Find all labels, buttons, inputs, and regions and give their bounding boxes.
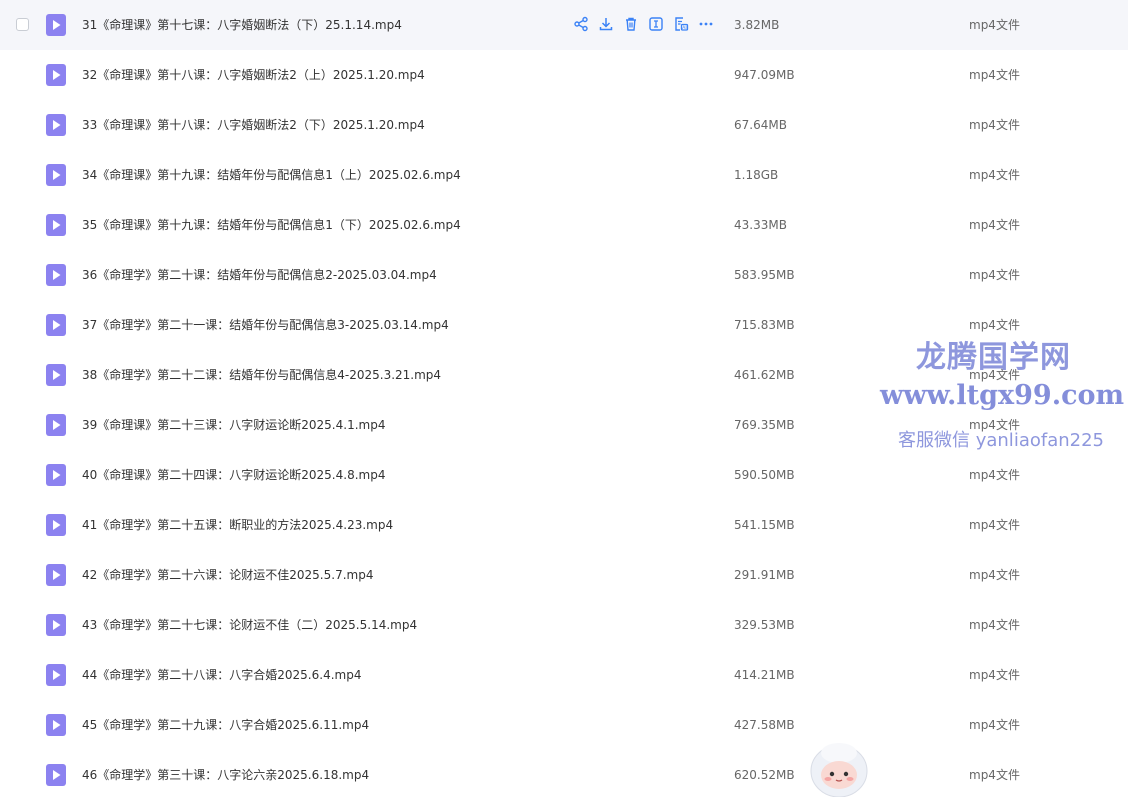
file-name[interactable]: 45《命理学》第二十九课：八字合婚2025.6.11.mp4 — [82, 717, 369, 733]
file-row[interactable]: 44《命理学》第二十八课：八字合婚2025.6.4.mp4 414.21MB mp4… — [0, 650, 1128, 700]
video-file-icon — [46, 464, 66, 486]
video-file-icon — [46, 364, 66, 386]
more-icon[interactable] — [698, 16, 714, 32]
file-name[interactable]: 39《命理课》第二十三课：八字财运论断2025.4.1.mp4 — [82, 417, 385, 433]
file-size: 590.50MB — [734, 468, 795, 482]
rename-icon[interactable] — [648, 16, 664, 32]
file-name[interactable]: 36《命理学》第二十课：结婚年份与配偶信息2-2025.03.04.mp4 — [82, 267, 437, 283]
file-name[interactable]: 40《命理课》第二十四课：八字财运论断2025.4.8.mp4 — [82, 467, 385, 483]
file-row[interactable]: 43《命理学》第二十七课：论财运不佳（二）2025.5.14.mp4 329.53… — [0, 600, 1128, 650]
file-type: mp4文件 — [969, 268, 1020, 282]
file-type: mp4文件 — [969, 768, 1020, 782]
file-size: 947.09MB — [734, 68, 795, 82]
file-size: 461.62MB — [734, 368, 795, 382]
subtitle-icon[interactable]: AI — [673, 16, 689, 32]
file-row[interactable]: 33《命理课》第十八课：八字婚姻断法2（下）2025.1.20.mp4 67.64… — [0, 100, 1128, 150]
video-file-icon — [46, 414, 66, 436]
file-name[interactable]: 46《命理学》第三十课：八字论六亲2025.6.18.mp4 — [82, 767, 369, 783]
file-type: mp4文件 — [969, 368, 1020, 382]
file-type: mp4文件 — [969, 68, 1020, 82]
file-type: mp4文件 — [969, 468, 1020, 482]
share-icon[interactable] — [573, 16, 589, 32]
file-size: 1.18GB — [734, 168, 779, 182]
download-icon[interactable] — [598, 16, 614, 32]
file-row[interactable]: 46《命理学》第三十课：八字论六亲2025.6.18.mp4 620.52MB mp… — [0, 750, 1128, 800]
file-size: 414.21MB — [734, 668, 795, 682]
row-actions: AI — [573, 16, 714, 34]
video-file-icon — [46, 514, 66, 536]
file-name[interactable]: 31《命理课》第十七课：八字婚姻断法（下）25.1.14.mp4 — [82, 17, 402, 33]
delete-icon[interactable] — [623, 16, 639, 32]
video-file-icon — [46, 764, 66, 786]
file-name[interactable]: 33《命理课》第十八课：八字婚姻断法2（下）2025.1.20.mp4 — [82, 117, 425, 133]
file-size: 715.83MB — [734, 318, 795, 332]
file-row[interactable]: 38《命理学》第二十二课：结婚年份与配偶信息4-2025.3.21.mp4 461… — [0, 350, 1128, 400]
file-size: 583.95MB — [734, 268, 795, 282]
file-row[interactable]: 32《命理课》第十八课：八字婚姻断法2（上）2025.1.20.mp4 947.0… — [0, 50, 1128, 100]
file-name[interactable]: 42《命理学》第二十六课：论财运不佳2025.5.7.mp4 — [82, 567, 373, 583]
video-file-icon — [46, 214, 66, 236]
file-row[interactable]: 31《命理课》第十七课：八字婚姻断法（下）25.1.14.mp4 AI 3.82MB… — [0, 0, 1128, 50]
file-row[interactable]: 35《命理课》第十九课：结婚年份与配偶信息1（下）2025.02.6.mp4 43… — [0, 200, 1128, 250]
video-file-icon — [46, 714, 66, 736]
file-row[interactable]: 45《命理学》第二十九课：八字合婚2025.6.11.mp4 427.58MB mp… — [0, 700, 1128, 750]
file-name[interactable]: 37《命理学》第二十一课：结婚年份与配偶信息3-2025.03.14.mp4 — [82, 317, 449, 333]
file-type: mp4文件 — [969, 218, 1020, 232]
file-row[interactable]: 39《命理课》第二十三课：八字财运论断2025.4.1.mp4 769.35MB m… — [0, 400, 1128, 450]
file-size: 43.33MB — [734, 218, 787, 232]
file-type: mp4文件 — [969, 318, 1020, 332]
file-type: mp4文件 — [969, 718, 1020, 732]
file-name[interactable]: 38《命理学》第二十二课：结婚年份与配偶信息4-2025.3.21.mp4 — [82, 367, 441, 383]
file-name[interactable]: 44《命理学》第二十八课：八字合婚2025.6.4.mp4 — [82, 667, 361, 683]
file-size: 67.64MB — [734, 118, 787, 132]
file-list: 31《命理课》第十七课：八字婚姻断法（下）25.1.14.mp4 AI 3.82MB… — [0, 0, 1128, 797]
file-size: 769.35MB — [734, 418, 795, 432]
video-file-icon — [46, 114, 66, 136]
file-type: mp4文件 — [969, 568, 1020, 582]
video-file-icon — [46, 264, 66, 286]
file-type: mp4文件 — [969, 418, 1020, 432]
assistant-mascot-icon[interactable] — [806, 737, 872, 798]
video-file-icon — [46, 664, 66, 686]
file-row[interactable]: 41《命理学》第二十五课：断职业的方法2025.4.23.mp4 541.15MB… — [0, 500, 1128, 550]
file-type: mp4文件 — [969, 668, 1020, 682]
video-file-icon — [46, 14, 66, 36]
video-file-icon — [46, 164, 66, 186]
file-name[interactable]: 34《命理课》第十九课：结婚年份与配偶信息1（上）2025.02.6.mp4 — [82, 167, 461, 183]
video-file-icon — [46, 64, 66, 86]
file-size: 291.91MB — [734, 568, 795, 582]
file-type: mp4文件 — [969, 618, 1020, 632]
file-size: 3.82MB — [734, 18, 780, 32]
file-size: 427.58MB — [734, 718, 795, 732]
file-row[interactable]: 40《命理课》第二十四课：八字财运论断2025.4.8.mp4 590.50MB m… — [0, 450, 1128, 500]
file-size: 541.15MB — [734, 518, 795, 532]
file-row[interactable]: 36《命理学》第二十课：结婚年份与配偶信息2-2025.03.04.mp4 583… — [0, 250, 1128, 300]
file-size: 329.53MB — [734, 618, 795, 632]
video-file-icon — [46, 614, 66, 636]
file-type: mp4文件 — [969, 118, 1020, 132]
file-row[interactable]: 34《命理课》第十九课：结婚年份与配偶信息1（上）2025.02.6.mp4 1.… — [0, 150, 1128, 200]
file-row[interactable]: 37《命理学》第二十一课：结婚年份与配偶信息3-2025.03.14.mp4 71… — [0, 300, 1128, 350]
file-type: mp4文件 — [969, 518, 1020, 532]
file-name[interactable]: 35《命理课》第十九课：结婚年份与配偶信息1（下）2025.02.6.mp4 — [82, 217, 461, 233]
file-size: 620.52MB — [734, 768, 795, 782]
file-type: mp4文件 — [969, 18, 1020, 32]
file-type: mp4文件 — [969, 168, 1020, 182]
svg-text:AI: AI — [682, 25, 686, 31]
file-name[interactable]: 41《命理学》第二十五课：断职业的方法2025.4.23.mp4 — [82, 517, 393, 533]
file-row[interactable]: 42《命理学》第二十六课：论财运不佳2025.5.7.mp4 291.91MB mp… — [0, 550, 1128, 600]
video-file-icon — [46, 564, 66, 586]
row-checkbox[interactable] — [16, 18, 29, 31]
video-file-icon — [46, 314, 66, 336]
file-name[interactable]: 43《命理学》第二十七课：论财运不佳（二）2025.5.14.mp4 — [82, 617, 417, 633]
file-name[interactable]: 32《命理课》第十八课：八字婚姻断法2（上）2025.1.20.mp4 — [82, 67, 425, 83]
